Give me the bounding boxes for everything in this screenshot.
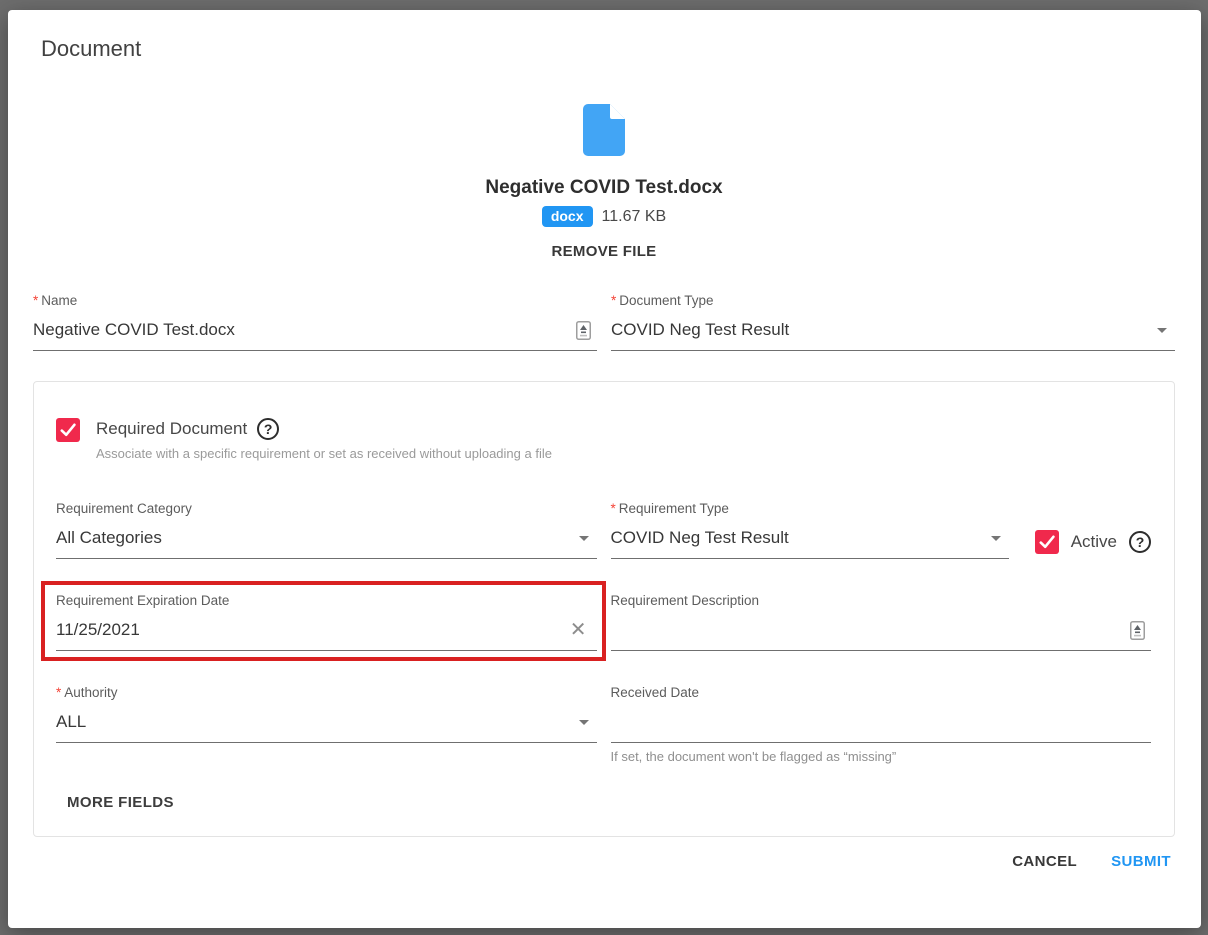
more-fields-button[interactable]: MORE FIELDS <box>67 794 174 811</box>
requirement-expiration-date-label: Requirement Expiration Date <box>56 593 230 608</box>
remove-file-button[interactable]: REMOVE FILE <box>546 242 663 261</box>
authority-select[interactable]: ALL <box>56 709 597 743</box>
name-field: * Name Negative COVID Test.docx <box>33 293 597 351</box>
authority-value: ALL <box>56 712 87 731</box>
submit-button[interactable]: SUBMIT <box>1111 853 1171 870</box>
autofill-icon[interactable] <box>1130 620 1145 640</box>
requirement-description-field: Requirement Description <box>610 593 1151 651</box>
name-label: * Name <box>33 293 78 308</box>
requirement-expiration-date-field: Requirement Expiration Date 11/25/2021 ✕ <box>56 593 597 651</box>
requirement-category-value: All Categories <box>56 528 162 547</box>
file-preview: Negative COVID Test.docx docx 11.67 KB R… <box>33 104 1175 261</box>
requirement-type-field: * Requirement Type COVID Neg Test Result <box>610 501 1009 559</box>
required-asterisk: * <box>56 685 62 700</box>
required-document-label: Required Document <box>96 419 248 438</box>
active-checkbox[interactable] <box>1034 530 1059 554</box>
required-document-card: Required Document ? Associate with a spe… <box>33 381 1175 837</box>
received-date-input[interactable] <box>610 709 1151 743</box>
clear-icon[interactable]: ✕ <box>570 620 587 640</box>
document-type-value: COVID Neg Test Result <box>611 320 790 339</box>
requirement-expiration-date-value: 11/25/2021 <box>56 620 140 639</box>
file-size: 11.67 KB <box>601 207 667 225</box>
requirement-category-select[interactable]: All Categories <box>56 525 597 559</box>
chevron-down-icon <box>578 719 589 725</box>
authority-label: * Authority <box>56 685 118 700</box>
requirement-type-value: COVID Neg Test Result <box>610 528 789 547</box>
required-document-hint: Associate with a specific requirement or… <box>96 446 552 461</box>
document-modal: Document Negative COVID Test.docx docx 1… <box>8 10 1201 928</box>
file-name: Negative COVID Test.docx <box>485 177 723 198</box>
document-type-select[interactable]: COVID Neg Test Result <box>611 317 1175 351</box>
authority-field: * Authority ALL <box>56 685 597 764</box>
file-ext-badge: docx <box>541 206 593 227</box>
modal-footer: CANCEL SUBMIT <box>33 853 1175 870</box>
requirement-category-field: Requirement Category All Categories <box>56 501 597 559</box>
help-icon[interactable]: ? <box>257 418 280 440</box>
requirement-description-label: Requirement Description <box>610 593 760 608</box>
requirement-expiration-date-input[interactable]: 11/25/2021 ✕ <box>56 617 597 651</box>
chevron-down-icon <box>1157 327 1167 333</box>
file-icon <box>583 104 625 160</box>
chevron-down-icon <box>578 535 589 541</box>
document-type-field: * Document Type COVID Neg Test Result <box>611 293 1175 351</box>
requirement-type-select[interactable]: COVID Neg Test Result <box>610 525 1009 559</box>
cancel-button[interactable]: CANCEL <box>1012 853 1077 870</box>
page-title: Document <box>41 36 142 61</box>
required-asterisk: * <box>33 293 39 308</box>
requirement-description-input[interactable] <box>610 617 1151 651</box>
name-input[interactable]: Negative COVID Test.docx <box>33 317 597 351</box>
active-label: Active <box>1070 532 1117 551</box>
autofill-icon[interactable] <box>576 320 591 340</box>
received-date-helper: If set, the document won't be flagged as… <box>610 749 897 764</box>
requirement-type-label: * Requirement Type <box>610 501 729 516</box>
required-asterisk: * <box>610 501 616 516</box>
required-document-checkbox[interactable] <box>56 418 80 442</box>
name-value: Negative COVID Test.docx <box>33 320 235 339</box>
document-type-label: * Document Type <box>611 293 714 308</box>
received-date-field: Received Date If set, the document won't… <box>610 685 1151 764</box>
annotation-highlight: Requirement Expiration Date 11/25/2021 ✕ <box>41 581 606 661</box>
required-asterisk: * <box>611 293 617 308</box>
requirement-category-label: Requirement Category <box>56 501 192 516</box>
received-date-label: Received Date <box>610 685 700 700</box>
chevron-down-icon <box>990 535 1001 541</box>
help-icon[interactable]: ? <box>1129 531 1151 553</box>
